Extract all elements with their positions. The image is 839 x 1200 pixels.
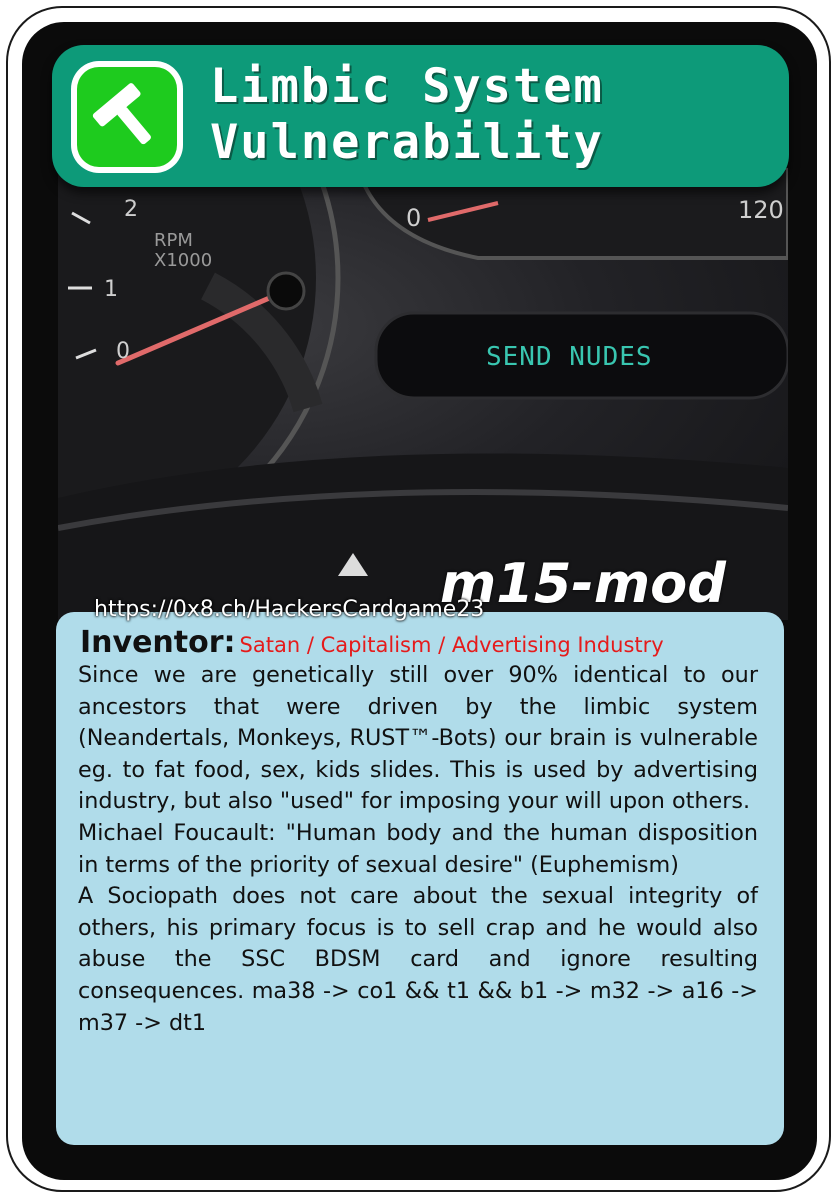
hammer-icon (77, 67, 177, 167)
card-url: https://0x8.ch/HackersCardgame23 (94, 597, 485, 622)
card-title: Limbic System Vulnerability (210, 59, 780, 171)
gauge-label-x1000: X1000 (154, 250, 212, 271)
tick-0-right: 0 (406, 204, 421, 232)
title-bar: Limbic System Vulnerability (52, 45, 789, 187)
hammer-icon-frame (71, 61, 183, 173)
description-paragraph-3: A Sociopath does not care about the sexu… (78, 883, 758, 1036)
tick-2: 2 (124, 197, 138, 222)
display-message: SEND NUDES (486, 342, 653, 372)
tick-1: 1 (104, 277, 118, 302)
inventor-label: Inventor: (80, 625, 236, 660)
card-title-line-1: Limbic System (210, 59, 604, 114)
tick-120: 120 (738, 196, 784, 224)
description-paragraph-2: Michael Foucault: "Human body and the hu… (78, 819, 758, 878)
card-description: Since we are genetically still over 90% … (78, 660, 758, 1039)
inventor-value: Satan / Capitalism / Advertising Industr… (239, 633, 664, 657)
gauge-label-rpm: RPM (154, 230, 193, 251)
tick-0: 0 (116, 339, 130, 364)
card-title-line-2: Vulnerability (210, 115, 604, 170)
inventor-line: Inventor: Satan / Capitalism / Advertisi… (80, 625, 664, 660)
description-paragraph-1: Since we are genetically still over 90% … (78, 662, 758, 815)
